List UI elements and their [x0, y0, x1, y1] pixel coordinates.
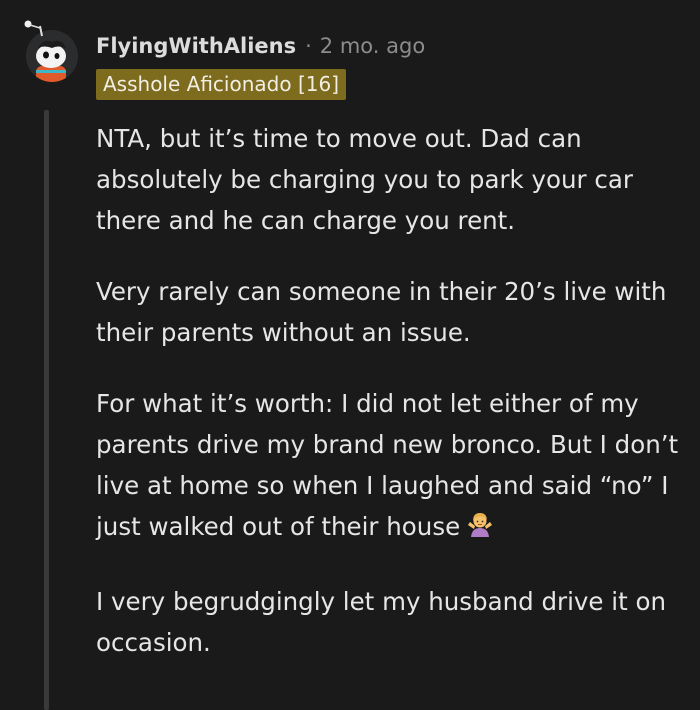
comment-paragraph: I very begrudgingly let my husband drive…: [96, 587, 666, 657]
comment-paragraph: Very rarely can someone in their 20’s li…: [96, 277, 667, 347]
snoo-avatar-icon: [24, 20, 78, 82]
user-flair-badge: Asshole Aficionado [16]: [96, 69, 346, 100]
comment-paragraph-text: For what it’s worth: I did not let eithe…: [96, 389, 679, 541]
comment-body: NTA, but it’s time to move out. Dad can …: [96, 118, 686, 693]
comment-paragraph: For what it’s worth: I did not let eithe…: [96, 383, 686, 551]
comment-timestamp[interactable]: 2 mo. ago: [320, 34, 425, 58]
comment-header: FlyingWithAliens · 2 mo. ago: [96, 30, 425, 62]
woman-shrugging-emoji-icon: [466, 510, 494, 551]
user-avatar[interactable]: [18, 18, 86, 86]
username-link[interactable]: FlyingWithAliens: [96, 34, 296, 58]
thread-collapse-line[interactable]: [44, 110, 49, 710]
comment-paragraph: NTA, but it’s time to move out. Dad can …: [96, 124, 633, 235]
meta-separator: ·: [305, 34, 312, 58]
